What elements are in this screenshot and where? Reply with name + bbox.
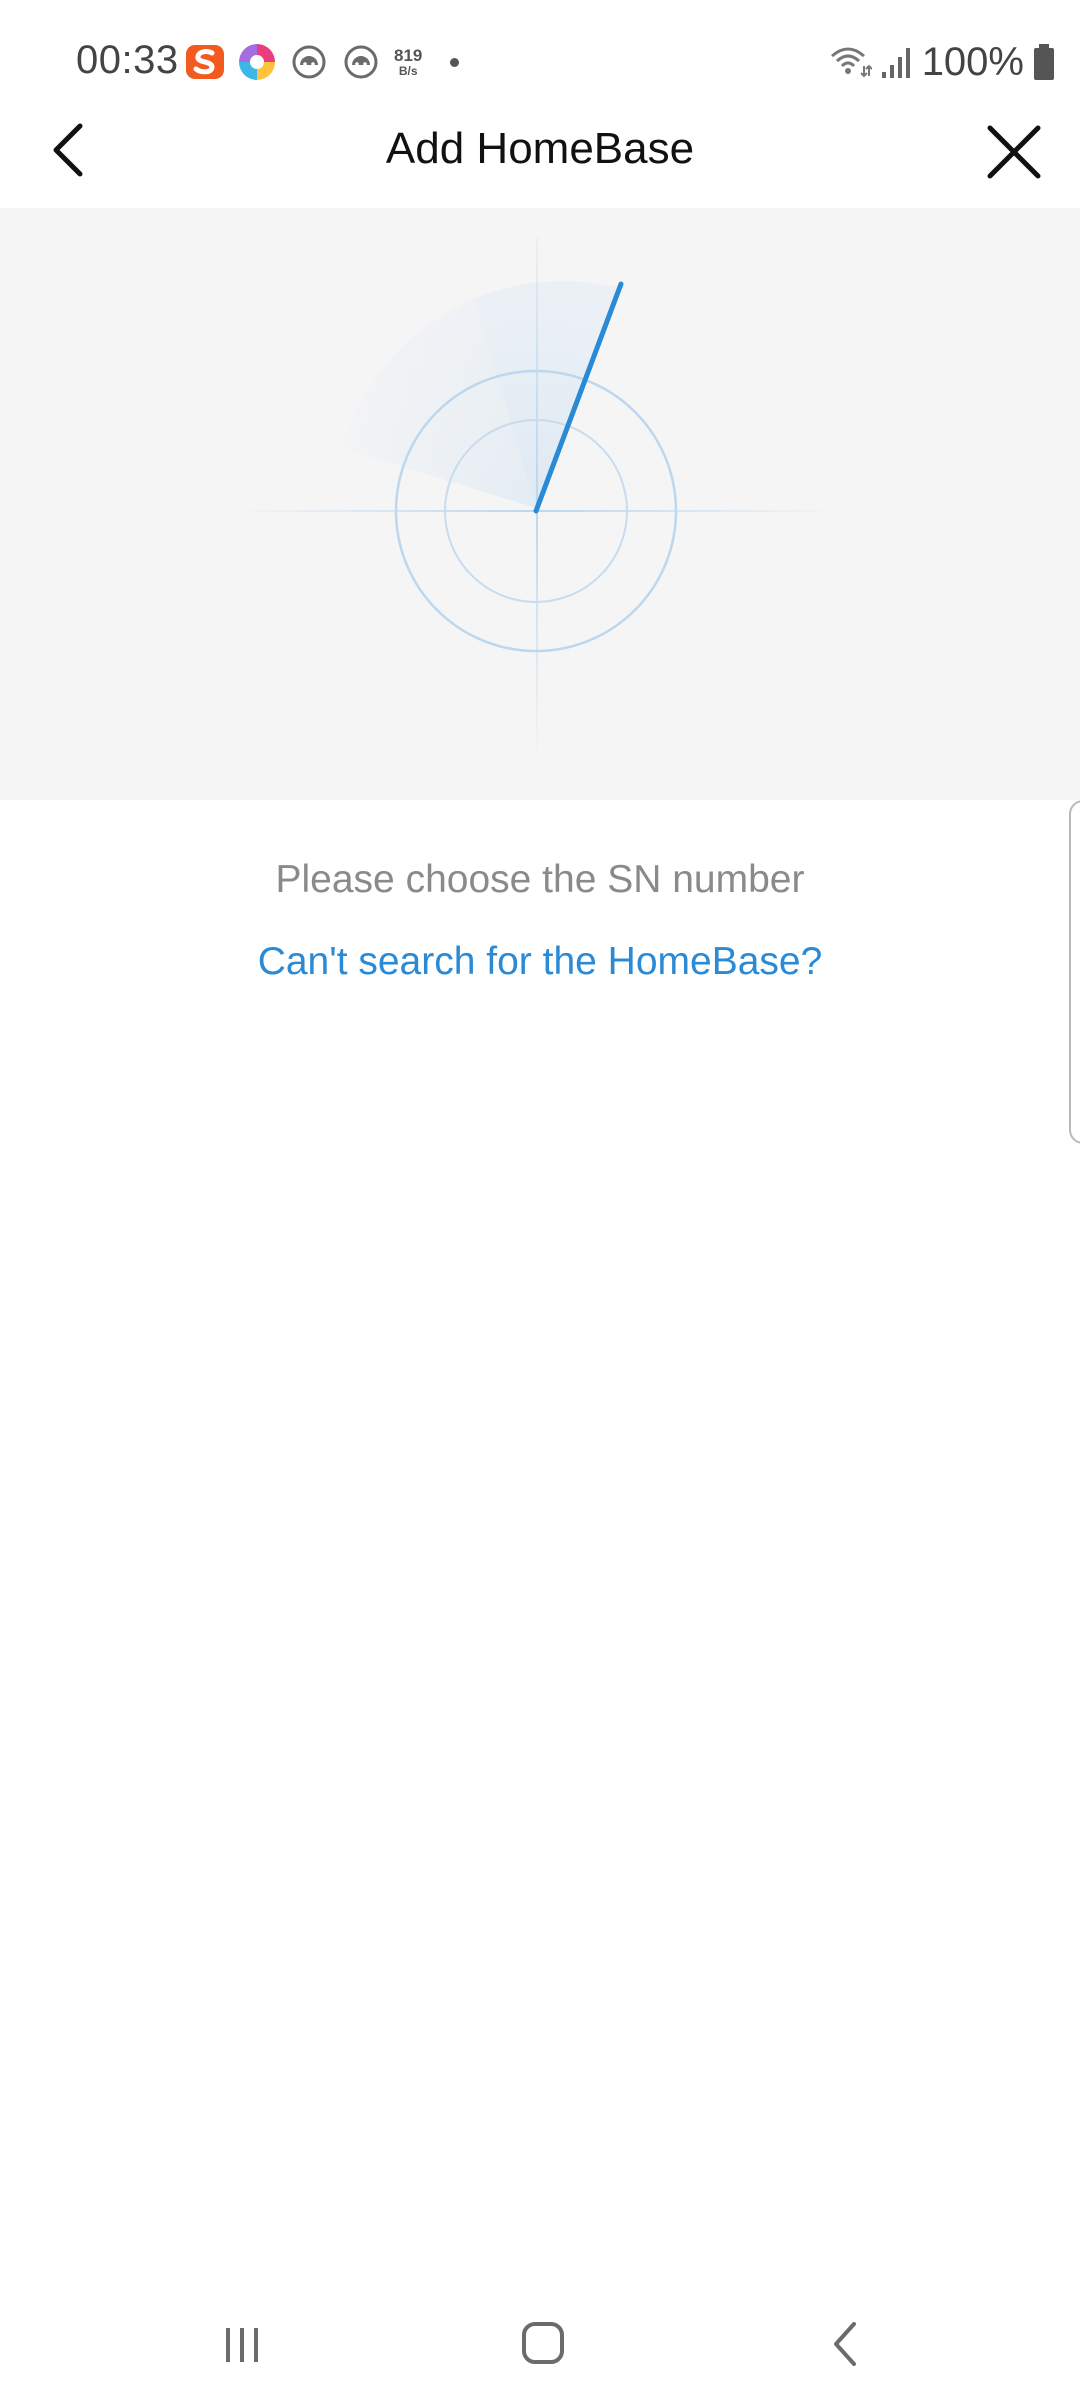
network-speed: 819 B/s [394,47,422,77]
status-system-icons: 100% [828,38,1056,86]
status-time: 00:33 [76,38,179,82]
back-icon[interactable] [806,2308,886,2378]
home-icon[interactable] [503,2308,583,2378]
robot-notification-icon [292,45,326,79]
battery-percent: 100% [921,39,1024,84]
header: Add HomeBase [0,100,1080,208]
radar-scan-illustration [230,238,840,768]
robot-notification-icon-2 [344,45,378,79]
close-icon[interactable] [982,120,1046,184]
sogou-app-icon [186,45,224,79]
network-speed-unit: B/s [398,64,418,78]
status-notification-icons: 819 B/s [184,40,460,84]
radar-scan-panel [0,208,1080,800]
sn-prompt-text: Please choose the SN number [275,858,805,901]
recents-icon[interactable] [202,2308,282,2378]
battery-icon [1034,44,1054,80]
cant-search-link[interactable]: Can't search for the HomeBase? [0,940,1080,984]
system-nav-bar [0,2280,1080,2400]
wifi-icon [830,47,872,78]
signal-icon [881,48,910,78]
page-title: Add HomeBase [385,124,695,173]
screen: 00:33 819 B/s 100% Add HomeBase Please c… [0,0,1080,2400]
colorful-app-icon [239,44,275,80]
network-speed-value: 819 [394,46,423,65]
more-notifications-dot [450,57,460,67]
